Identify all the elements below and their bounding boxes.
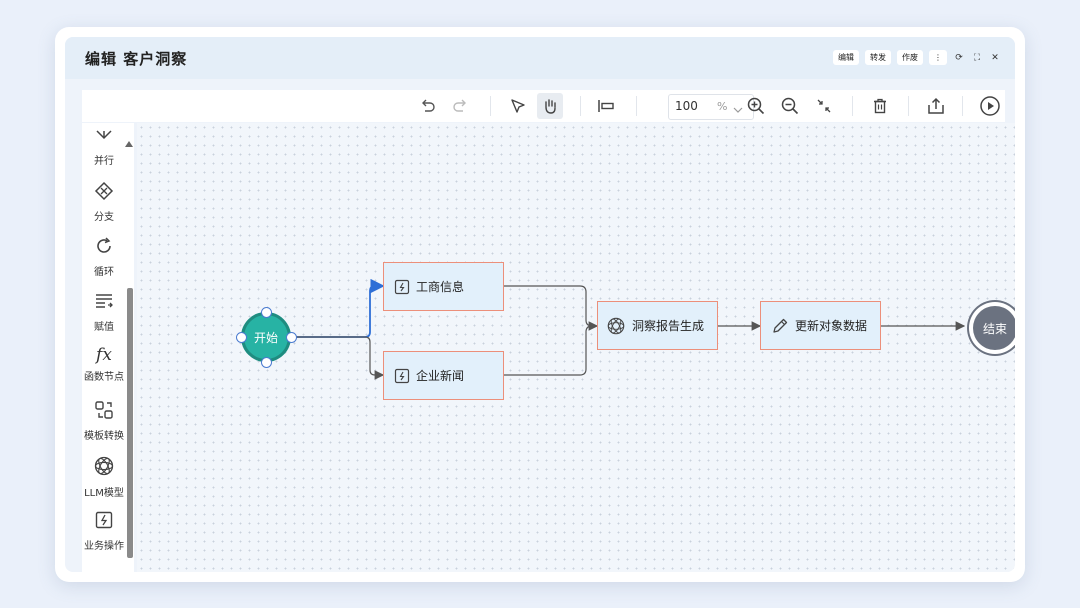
- start-label: 开始: [253, 330, 278, 345]
- palette-item-function[interactable]: fx 函数节点: [82, 345, 126, 383]
- flow-node-update-object[interactable]: 更新对象数据: [760, 301, 881, 350]
- loop-icon: [94, 236, 114, 260]
- branch-icon: [94, 181, 114, 205]
- chevron-down-icon: [733, 100, 743, 119]
- editor-window: 编辑 客户洞察 编辑 转发 作废 ⋮ ⟳ ⛶ ✕ 100 % 并行 分支 循环 …: [55, 27, 1025, 582]
- zoom-value: 100: [675, 99, 698, 113]
- palette-label: 业务操作: [84, 541, 124, 552]
- palette-scrollbar[interactable]: [127, 288, 133, 558]
- connection-handle-left[interactable]: [236, 332, 247, 343]
- end-label: 结束: [982, 321, 1007, 336]
- hand-icon[interactable]: [537, 93, 563, 119]
- node-label: 更新对象数据: [795, 319, 868, 333]
- flow-node-company-news[interactable]: 企业新闻: [383, 351, 504, 400]
- palette-label: 函数节点: [84, 372, 124, 383]
- connection-handle-top[interactable]: [261, 307, 272, 318]
- window-body: 编辑 客户洞察 编辑 转发 作废 ⋮ ⟳ ⛶ ✕ 100 % 并行 分支 循环 …: [65, 37, 1015, 572]
- parallel-icon: [94, 129, 114, 149]
- flow-canvas[interactable]: 开始 工商信息 企业新闻 洞察报告生成 更新对象数据 结束: [137, 123, 1015, 572]
- title-actions: 编辑 转发 作废 ⋮ ⟳ ⛶ ✕: [833, 50, 1001, 65]
- node-label: 工商信息: [416, 280, 465, 294]
- palette-label: LLM模型: [84, 488, 124, 499]
- flow-node-business-info[interactable]: 工商信息: [383, 262, 504, 311]
- assign-icon: [94, 291, 114, 315]
- connection-handle-right[interactable]: [286, 332, 297, 343]
- palette-item-loop[interactable]: 循环: [82, 236, 126, 278]
- palette-label: 模板转换: [84, 431, 124, 442]
- node-label: 企业新闻: [416, 369, 465, 383]
- action-icon: [394, 368, 410, 384]
- pointer-icon[interactable]: [506, 90, 530, 122]
- align-icon[interactable]: [594, 90, 618, 122]
- palette-item-parallel[interactable]: 并行: [82, 129, 126, 167]
- palette-item-assign[interactable]: 赋值: [82, 291, 126, 333]
- start-node[interactable]: 开始: [241, 312, 291, 362]
- forward-button[interactable]: 转发: [865, 50, 891, 65]
- refresh-icon[interactable]: ⟳: [953, 53, 965, 63]
- undo-icon[interactable]: [416, 90, 440, 122]
- palette-item-template[interactable]: 模板转换: [82, 400, 126, 442]
- palette-label: 分支: [94, 212, 114, 223]
- end-node-inner: 结束: [973, 306, 1015, 350]
- llm-icon: [93, 455, 115, 481]
- page-title: 编辑 客户洞察: [85, 50, 188, 68]
- zoom-unit: %: [717, 100, 728, 113]
- business-icon: [94, 510, 114, 534]
- palette-item-business[interactable]: 业务操作: [82, 510, 126, 552]
- function-icon: fx: [96, 345, 112, 365]
- canvas-toolbar: 100 %: [82, 90, 1005, 122]
- llm-icon: [606, 316, 626, 336]
- export-icon[interactable]: [924, 90, 948, 122]
- zoom-out-icon[interactable]: [778, 90, 802, 122]
- flow-node-insight-report[interactable]: 洞察报告生成: [597, 301, 718, 350]
- more-icon[interactable]: ⋮: [929, 50, 947, 65]
- action-icon: [394, 279, 410, 295]
- redo-icon[interactable]: [448, 90, 472, 122]
- palette-label: 并行: [94, 156, 114, 167]
- template-icon: [94, 400, 114, 424]
- scroll-up-icon[interactable]: [125, 141, 133, 147]
- close-icon[interactable]: ✕: [989, 53, 1001, 63]
- palette-label: 循环: [94, 267, 114, 278]
- palette-item-branch[interactable]: 分支: [82, 181, 126, 223]
- expand-icon[interactable]: ⛶: [971, 53, 983, 63]
- palette-item-llm[interactable]: LLM模型: [82, 455, 126, 499]
- zoom-in-icon[interactable]: [744, 90, 768, 122]
- edit-icon: [771, 317, 789, 335]
- title-bar: 编辑 客户洞察 编辑 转发 作废 ⋮ ⟳ ⛶ ✕: [65, 37, 1015, 79]
- node-label: 洞察报告生成: [632, 319, 705, 333]
- void-button[interactable]: 作废: [897, 50, 923, 65]
- fit-icon[interactable]: [812, 90, 836, 122]
- palette-label: 赋值: [94, 322, 114, 333]
- end-node[interactable]: 结束: [969, 302, 1015, 354]
- zoom-select[interactable]: 100 %: [668, 94, 754, 120]
- node-palette: 并行 分支 循环 赋值 fx 函数节点 模板转换 LLM模型 业务操作: [82, 123, 134, 572]
- delete-icon[interactable]: [868, 90, 892, 122]
- run-icon[interactable]: [978, 90, 1002, 122]
- connection-handle-bottom[interactable]: [261, 357, 272, 368]
- edit-button[interactable]: 编辑: [833, 50, 859, 65]
